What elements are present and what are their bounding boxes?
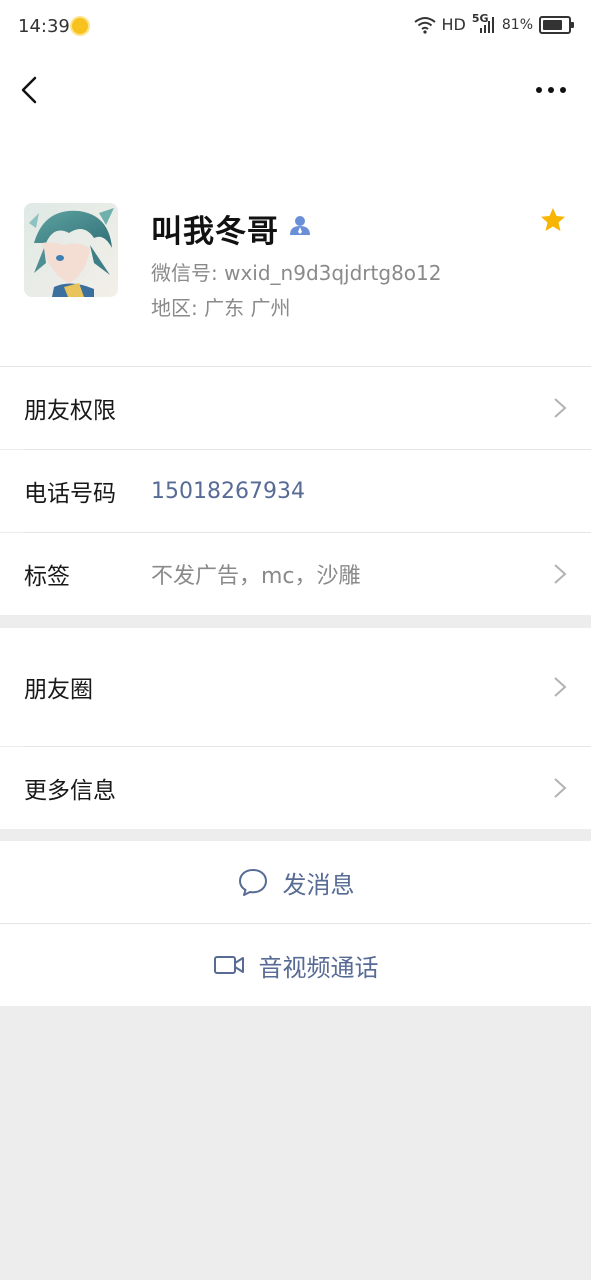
weather-sun-icon — [72, 18, 88, 34]
chevron-right-icon — [554, 564, 567, 584]
row-label: 朋友圈 — [24, 677, 93, 703]
video-camera-icon — [213, 956, 244, 974]
contact-name: 叫我冬哥 — [151, 214, 279, 250]
contact-region: 地区: 广东 广州 — [151, 296, 291, 320]
status-time: 14:39 — [18, 16, 70, 37]
row-label: 电话号码 — [24, 481, 116, 507]
status-bar: 14:39 HD 5G 81% — [0, 0, 591, 56]
back-button[interactable] — [14, 72, 50, 108]
video-call-label: 音视频通话 — [258, 953, 379, 982]
chat-bubble-icon — [238, 869, 267, 896]
nav-bar — [0, 56, 591, 126]
chevron-right-icon — [554, 398, 567, 418]
row-label: 朋友权限 — [24, 398, 116, 424]
chevron-right-icon — [554, 778, 567, 798]
avatar[interactable] — [24, 203, 118, 297]
contact-person-icon — [290, 216, 310, 235]
status-indicators: HD 5G 81% — [413, 12, 574, 34]
row-label: 更多信息 — [24, 778, 116, 804]
send-message-button[interactable]: 发消息 — [0, 841, 591, 923]
row-more-info[interactable]: 更多信息 — [0, 747, 591, 829]
profile-header: 叫我冬哥 微信号: wxid_n9d3qjdrtg8o12 地区: 广东 广州 — [0, 126, 591, 366]
avatar-image — [24, 203, 118, 297]
more-dots-icon — [536, 87, 566, 93]
battery-icon — [539, 15, 574, 34]
network-hd-label: HD — [441, 15, 466, 34]
battery-percent: 81% — [501, 16, 533, 33]
cell-signal-icon: 5G — [472, 12, 496, 34]
row-tags[interactable]: 标签 不发广告，mc，沙雕 — [0, 533, 591, 615]
more-options-button[interactable] — [531, 72, 571, 108]
chevron-right-icon — [554, 677, 567, 697]
star-icon[interactable] — [539, 206, 567, 234]
row-friend-permissions[interactable]: 朋友权限 — [0, 367, 591, 449]
wechat-id: 微信号: wxid_n9d3qjdrtg8o12 — [151, 261, 442, 285]
tags-value: 不发广告，mc，沙雕 — [151, 564, 361, 589]
video-call-button[interactable]: 音视频通话 — [0, 924, 591, 1006]
row-label: 标签 — [24, 564, 70, 590]
phone-number-value[interactable]: 15018267934 — [151, 479, 305, 504]
row-phone-number[interactable]: 电话号码 15018267934 — [0, 450, 591, 532]
chevron-left-icon — [21, 76, 37, 104]
row-moments[interactable]: 朋友圈 — [0, 628, 591, 746]
send-message-label: 发消息 — [282, 870, 355, 899]
wifi-icon — [413, 16, 436, 34]
